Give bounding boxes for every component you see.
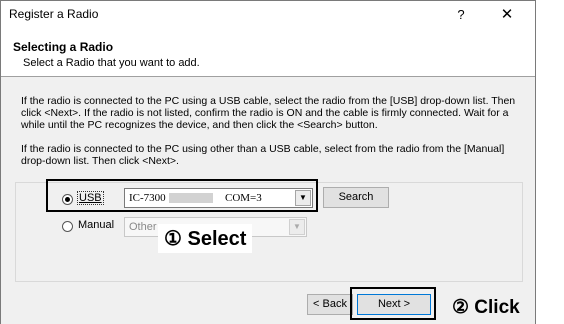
search-button[interactable]: Search bbox=[323, 187, 389, 208]
page-subheading: Select a Radio that you want to add. bbox=[23, 57, 200, 69]
register-radio-dialog: Register a Radio ? ✕ Selecting a Radio S… bbox=[0, 0, 536, 324]
manual-instructions: If the radio is connected to the PC usin… bbox=[21, 143, 505, 167]
manual-value: Other bbox=[129, 221, 157, 233]
title-bar: Register a Radio ? ✕ bbox=[1, 1, 535, 31]
usb-instructions: If the radio is connected to the PC usin… bbox=[21, 95, 516, 131]
close-button[interactable]: ✕ bbox=[491, 3, 523, 27]
next-highlight-box bbox=[350, 287, 436, 320]
manual-radio-label[interactable]: Manual bbox=[78, 219, 114, 231]
help-button[interactable]: ? bbox=[447, 3, 475, 27]
click-callout: ② Click bbox=[452, 297, 520, 318]
select-highlight-box bbox=[46, 179, 318, 212]
back-button[interactable]: < Back bbox=[307, 294, 353, 315]
window-title: Register a Radio bbox=[9, 7, 99, 21]
manual-radio-button[interactable] bbox=[62, 221, 73, 232]
select-callout: ① Select bbox=[158, 224, 253, 253]
page-heading: Selecting a Radio bbox=[13, 40, 114, 54]
header-panel: Selecting a Radio Select a Radio that yo… bbox=[1, 31, 535, 77]
chevron-down-icon[interactable]: ▼ bbox=[289, 219, 305, 235]
